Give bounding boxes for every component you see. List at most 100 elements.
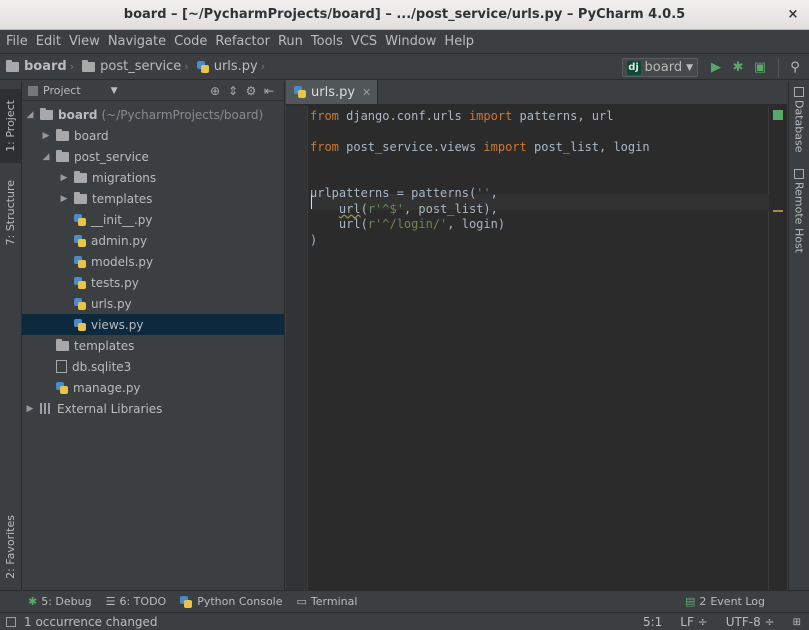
inspection-ok-icon[interactable] (773, 110, 783, 120)
menu-navigate[interactable]: Navigate (104, 30, 170, 53)
menu-window[interactable]: Window (381, 30, 440, 53)
toggle-tool-windows-icon[interactable] (6, 616, 16, 627)
project-view-select[interactable]: Project ▼ (28, 84, 128, 97)
collapsed-arrow-icon[interactable]: ▶ (58, 173, 70, 183)
tree-row-templates-app[interactable]: ▶ templates (22, 188, 284, 209)
code-token: url (338, 202, 361, 216)
tab-debug[interactable]: ✱ 5: Debug (28, 595, 92, 608)
tab-remote-host-label: Remote Host (792, 182, 806, 253)
tab-database[interactable]: Database (789, 87, 809, 153)
tree-row-db-sqlite3[interactable]: db.sqlite3 (22, 356, 284, 377)
tree-label: board (58, 107, 98, 122)
tab-todo[interactable]: ☰ 6: TODO (106, 595, 167, 608)
todo-icon: ☰ (105, 595, 116, 608)
search-icon[interactable]: ⚲ (785, 58, 805, 78)
expanded-arrow-icon[interactable]: ◢ (40, 152, 52, 162)
collapse-all-icon[interactable]: ⇕ (224, 83, 242, 99)
tab-python-console[interactable]: Python Console (180, 595, 283, 608)
python-file-icon (56, 381, 68, 394)
tab-debug-label: 5: Debug (41, 595, 92, 608)
menu-bar: File Edit View Navigate Code Refactor Ru… (0, 30, 809, 53)
tree-row-tests-py[interactable]: tests.py (22, 272, 284, 293)
tab-favorites[interactable]: 2: Favorites (0, 511, 21, 583)
caret-position[interactable]: 5:1 (643, 615, 662, 629)
tab-event-log[interactable]: ▤ 2 Event Log (685, 595, 765, 608)
line-separator-select[interactable]: LF ÷ (680, 615, 707, 629)
code-token: , post_list), (403, 202, 498, 216)
tab-project[interactable]: 1: Project (0, 89, 21, 163)
code-token: '' (476, 186, 491, 200)
collapsed-arrow-icon[interactable]: ▶ (58, 194, 70, 204)
breadcrumb-urls-py[interactable]: urls.py › (196, 59, 269, 74)
run-icon[interactable]: ▶ (706, 58, 726, 78)
warning-marker[interactable] (773, 210, 783, 212)
menu-help[interactable]: Help (440, 30, 478, 53)
tree-row-init-py[interactable]: __init__.py (22, 209, 284, 230)
debug-icon[interactable]: ✱ (728, 58, 748, 78)
tree-row-models-py[interactable]: models.py (22, 251, 284, 272)
encoding-select[interactable]: UTF-8 ÷ (726, 615, 775, 629)
database-icon (794, 87, 804, 97)
gear-icon[interactable]: ⚙ (242, 83, 260, 99)
tree-row-external-libraries[interactable]: ▶ External Libraries (22, 398, 284, 419)
menu-file[interactable]: File (2, 30, 32, 53)
editor-tab-label: urls.py (311, 84, 356, 100)
menu-tools[interactable]: Tools (307, 30, 347, 53)
python-file-icon (196, 60, 209, 73)
error-stripe[interactable] (769, 106, 787, 590)
run-with-coverage-icon[interactable]: ▣ (750, 58, 770, 78)
code-token: ) (310, 233, 318, 247)
tab-favorites-label: 2: Favorites (4, 515, 17, 579)
collapsed-arrow-icon[interactable]: ▶ (40, 131, 52, 141)
menu-vcs[interactable]: VCS (347, 30, 381, 53)
status-bar: 1 occurrence changed 5:1 LF ÷ UTF-8 ÷ ⊞ (0, 612, 809, 630)
editor-tab-urls-py[interactable]: urls.py ✕ (286, 80, 379, 104)
close-tab-icon[interactable]: ✕ (362, 86, 371, 99)
tab-remote-host[interactable]: Remote Host (789, 169, 809, 253)
code-editor[interactable]: from django.conf.urls import patterns, u… (310, 106, 769, 590)
tab-structure[interactable]: 7: Structure (0, 177, 21, 249)
hide-panel-icon[interactable]: ⇤ (260, 83, 278, 99)
collapsed-arrow-icon[interactable]: ▶ (24, 404, 36, 414)
tree-label: post_service (74, 149, 149, 164)
tree-label: External Libraries (57, 401, 163, 416)
menu-refactor[interactable]: Refactor (211, 30, 274, 53)
tree-row-urls-py[interactable]: urls.py (22, 293, 284, 314)
scroll-from-source-icon[interactable]: ⊕ (206, 83, 224, 99)
menu-view[interactable]: View (65, 30, 104, 53)
tab-python-console-label: Python Console (197, 595, 283, 608)
breadcrumb-post-service[interactable]: post_service › (82, 59, 193, 74)
tree-row-manage-py[interactable]: manage.py (22, 377, 284, 398)
code-token: url( (310, 217, 368, 231)
expanded-arrow-icon[interactable]: ◢ (24, 110, 36, 120)
menu-code[interactable]: Code (170, 30, 211, 53)
breadcrumb-separator: › (69, 60, 75, 73)
tree-row-board[interactable]: ▶ board (22, 125, 284, 146)
menu-run[interactable]: Run (274, 30, 307, 53)
breadcrumb-separator: › (184, 60, 189, 73)
code-token: , (490, 186, 498, 200)
folder-icon (74, 191, 87, 204)
menu-edit[interactable]: Edit (32, 30, 65, 53)
project-icon (28, 85, 38, 96)
tree-label: views.py (91, 317, 144, 332)
tree-row-migrations[interactable]: ▶ migrations (22, 167, 284, 188)
tree-row-templates[interactable]: templates (22, 335, 284, 356)
bug-icon: ✱ (28, 595, 38, 608)
run-configuration-select[interactable]: dj board ▼ (621, 58, 698, 77)
project-panel: Project ▼ ⊕ ⇕ ⚙ ⇤ ◢ board (~/PycharmProj… (22, 81, 285, 590)
close-icon[interactable]: × (785, 7, 801, 23)
lock-icon[interactable]: ⊞ (793, 617, 801, 628)
event-log-icon: ▤ (684, 595, 696, 608)
tree-row-admin-py[interactable]: admin.py (22, 230, 284, 251)
tree-row-post-service[interactable]: ◢ post_service (22, 146, 284, 167)
tree-row-views-py[interactable]: views.py (22, 314, 284, 335)
chevron-down-icon: ▼ (110, 85, 118, 96)
tree-row-board-root[interactable]: ◢ board (~/PycharmProjects/board) (22, 104, 284, 125)
tree-label: templates (92, 191, 153, 206)
breadcrumb-board[interactable]: board › (6, 59, 78, 74)
tab-terminal[interactable]: ▭ Terminal (297, 595, 358, 608)
code-token: urlpatterns = patterns( (310, 186, 477, 200)
code-line: ) (310, 232, 317, 248)
run-configuration-name: board (644, 60, 683, 75)
